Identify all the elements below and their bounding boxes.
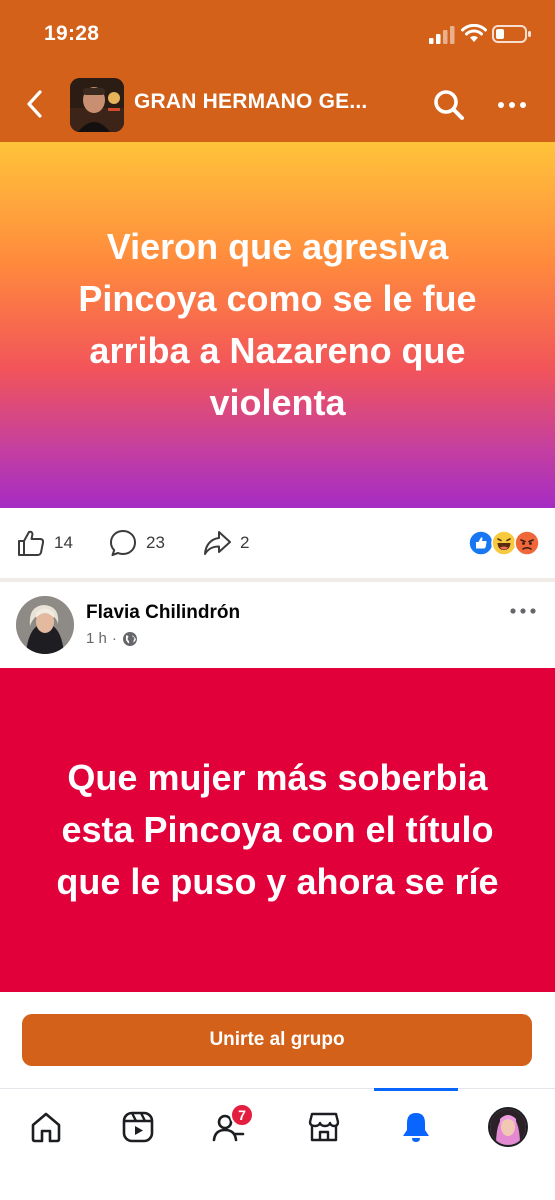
search-icon	[434, 90, 464, 120]
wifi-icon	[461, 24, 487, 42]
author-avatar[interactable]	[16, 596, 74, 654]
haha-icon	[491, 530, 517, 556]
cellular-signal-icon	[429, 26, 455, 44]
group-photo	[70, 78, 124, 132]
join-area: Unirte al grupo	[0, 992, 555, 1088]
status-bar: 19:28	[0, 0, 555, 68]
post-time[interactable]: 1 h	[86, 630, 107, 647]
notifications-icon	[403, 1113, 429, 1142]
post-more-button[interactable]	[506, 600, 540, 622]
share-button[interactable]: 2	[202, 528, 249, 558]
globe-icon	[122, 631, 137, 646]
author-name[interactable]: Flavia Chilindrón	[86, 602, 240, 624]
more-horizontal-icon	[510, 608, 536, 614]
chevron-left-icon	[27, 90, 42, 118]
tab-home[interactable]	[18, 1101, 74, 1153]
angry-icon	[514, 530, 540, 556]
group-title[interactable]: GRAN HERMANO GE...	[134, 90, 404, 114]
post2-header: Flavia Chilindrón 1 h ·	[0, 582, 555, 668]
thumbs-up-icon	[18, 530, 45, 556]
group-nav-bar: GRAN HERMANO GE...	[0, 68, 555, 142]
battery-icon	[492, 25, 531, 43]
header: 19:28 GRAN HERMANO GE...	[0, 0, 555, 142]
like-icon	[468, 530, 494, 556]
post2-text-banner[interactable]: Que mujer más soberbia esta Pincoya con …	[0, 668, 555, 992]
meta-separator: ·	[111, 630, 117, 647]
home-icon	[31, 1112, 61, 1143]
more-options-button[interactable]	[494, 88, 530, 122]
comment-button[interactable]: 23	[108, 528, 165, 558]
friends-badge: 7	[230, 1103, 254, 1127]
status-time: 19:28	[44, 22, 100, 45]
bottom-tab-bar: 7	[0, 1088, 555, 1200]
post1-actions-bar: 14 23 2	[0, 508, 555, 578]
post-meta: 1 h ·	[86, 630, 138, 647]
search-button[interactable]	[430, 86, 468, 124]
like-count: 14	[54, 533, 73, 552]
more-horizontal-icon	[498, 102, 526, 108]
like-button[interactable]: 14	[16, 528, 73, 558]
reels-icon	[122, 1111, 154, 1143]
group-avatar[interactable]	[70, 78, 124, 132]
share-arrow-icon	[204, 531, 231, 555]
join-group-button[interactable]: Unirte al grupo	[22, 1014, 532, 1066]
tab-reels[interactable]	[110, 1101, 166, 1153]
comment-icon	[110, 530, 136, 556]
post2-text: Que mujer más soberbia esta Pincoya con …	[56, 757, 499, 902]
profile-avatar	[488, 1107, 528, 1147]
profile-photo	[490, 1109, 526, 1145]
post1-text: Vieron que agresiva Pincoya como se le f…	[78, 226, 477, 423]
tab-profile[interactable]	[480, 1101, 536, 1153]
share-count: 2	[240, 533, 250, 552]
active-tab-indicator	[374, 1088, 458, 1091]
reaction-summary[interactable]	[468, 530, 542, 556]
post1-text-banner[interactable]: Vieron que agresiva Pincoya como se le f…	[0, 142, 555, 508]
comment-count: 23	[146, 533, 165, 552]
author-photo	[16, 596, 74, 654]
tab-notifications[interactable]	[388, 1101, 444, 1153]
back-button[interactable]	[18, 84, 50, 124]
tab-marketplace[interactable]	[296, 1101, 352, 1153]
tab-friends[interactable]: 7	[200, 1101, 256, 1153]
marketplace-icon	[308, 1112, 340, 1142]
